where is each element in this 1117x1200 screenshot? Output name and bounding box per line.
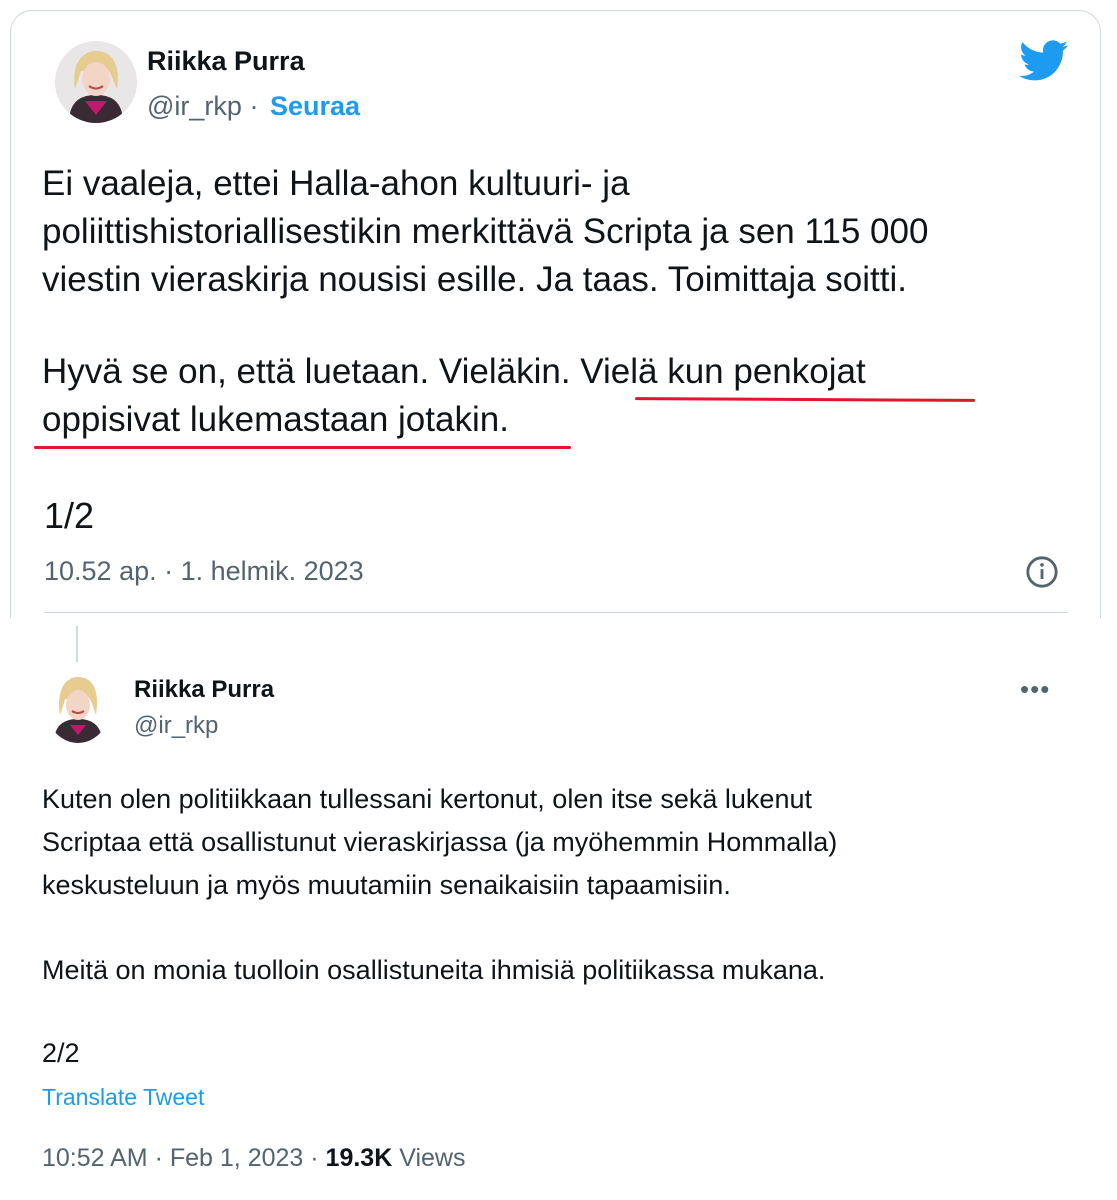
thread-count: 1/2 <box>44 495 95 536</box>
author-name[interactable]: Riikka Purra <box>147 46 305 77</box>
tweet-text-paragraph-1: Kuten olen politiikkaan tullessani kerto… <box>42 784 838 900</box>
author-handle[interactable]: @ir_rkp · <box>147 91 258 122</box>
tweet-text-paragraph-2: Meitä on monia tuolloin osallistuneita i… <box>42 955 826 985</box>
follow-button[interactable]: Seuraa <box>270 91 360 122</box>
tweet-date[interactable]: Feb 1, 2023 <box>170 1144 303 1172</box>
views-count: 19.3K <box>325 1144 393 1172</box>
author-avatar[interactable] <box>46 671 110 743</box>
views-label: Views <box>399 1144 466 1172</box>
author-handle[interactable]: @ir_rkp <box>134 712 218 740</box>
twitter-bird-icon[interactable] <box>1019 40 1069 82</box>
tweet-text-paragraph-2: Hyvä se on, että luetaan. Vieläkin. Viel… <box>42 352 866 439</box>
author-avatar[interactable] <box>55 41 137 123</box>
tweet-meta: 10:52 AM · Feb 1, 2023 · 19.3K Views <box>42 1144 466 1172</box>
translate-tweet-link[interactable]: Translate Tweet <box>42 1084 204 1111</box>
tweet-text-paragraph-1: Ei vaaleja, ettei Halla-ahon kultuuri- j… <box>42 164 929 299</box>
info-icon[interactable] <box>1025 555 1059 589</box>
thread-line <box>76 626 78 662</box>
tweet-time[interactable]: 10:52 AM <box>42 1144 148 1172</box>
tweet-card-2 <box>0 618 1117 1200</box>
red-underline <box>34 446 571 449</box>
divider <box>44 612 1068 613</box>
more-options-icon[interactable]: ••• <box>1020 674 1050 705</box>
author-name[interactable]: Riikka Purra <box>134 676 274 704</box>
tweet-timestamp[interactable]: 10.52 ap. · 1. helmik. 2023 <box>44 556 364 587</box>
thread-count: 2/2 <box>42 1038 80 1068</box>
